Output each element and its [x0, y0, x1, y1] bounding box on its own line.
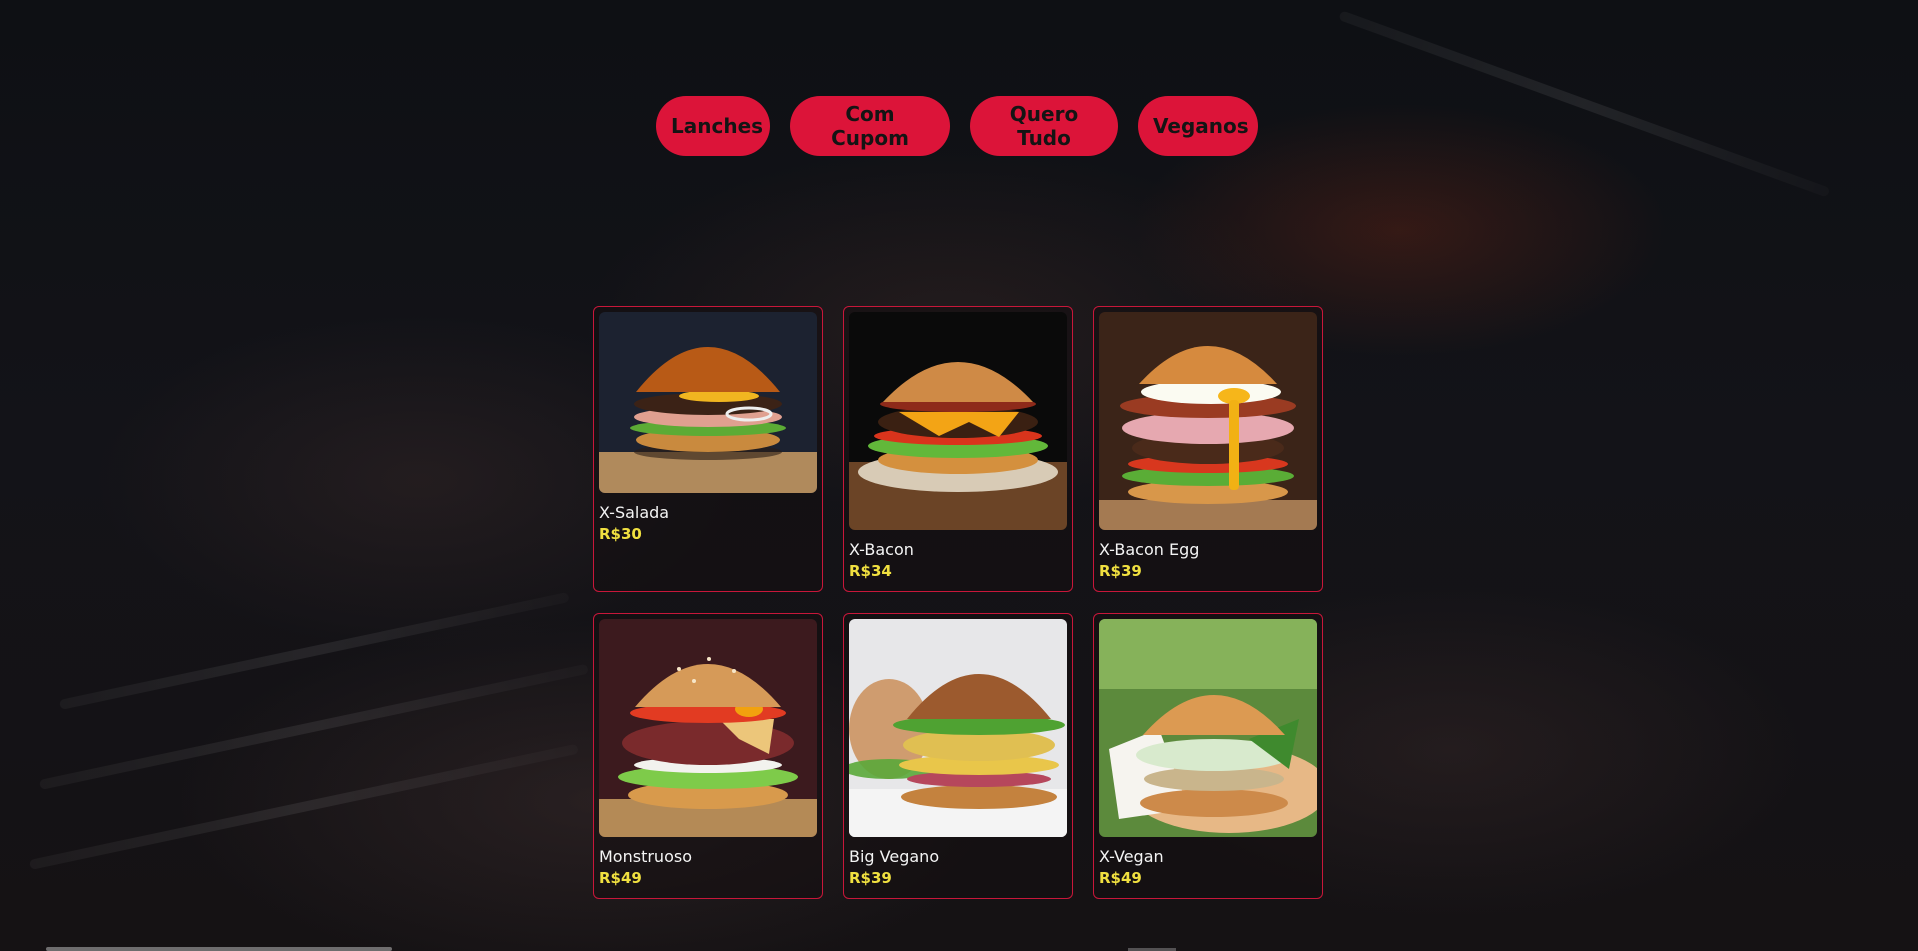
item-name: X-Bacon [849, 540, 914, 559]
item-price: R$49 [1099, 869, 1142, 887]
item-name: X-Bacon Egg [1099, 540, 1200, 559]
burger-photo [599, 312, 817, 493]
item-price: R$39 [1099, 562, 1142, 580]
item-price: R$30 [599, 525, 642, 543]
burger-photo [1099, 312, 1317, 530]
category-nav: Lanches Com Cupom Quero Tudo Veganos [0, 96, 1918, 156]
menu-card-x-bacon[interactable]: X-Bacon R$34 [843, 306, 1073, 592]
nav-button-lanches[interactable]: Lanches [656, 96, 770, 156]
burger-photo [1099, 619, 1317, 837]
menu-grid: X-Salada R$30 X-Bacon R$34 X-Bacon Egg R… [593, 306, 1323, 899]
nav-button-veganos[interactable]: Veganos [1138, 96, 1258, 156]
item-name: Big Vegano [849, 847, 940, 866]
burger-photo [599, 619, 817, 837]
menu-card-x-bacon-egg[interactable]: X-Bacon Egg R$39 [1093, 306, 1323, 592]
item-price: R$49 [599, 869, 642, 887]
nav-button-com-cupom[interactable]: Com Cupom [790, 96, 950, 156]
item-price: R$39 [849, 869, 892, 887]
burger-photo [849, 619, 1067, 837]
menu-card-x-salada[interactable]: X-Salada R$30 [593, 306, 823, 592]
nav-button-quero-tudo[interactable]: Quero Tudo [970, 96, 1118, 156]
burger-photo [849, 312, 1067, 530]
background-grill-bar [28, 743, 579, 870]
menu-card-monstruoso[interactable]: Monstruoso R$49 [593, 613, 823, 899]
item-price: R$34 [849, 562, 892, 580]
item-name: Monstruoso [599, 847, 692, 866]
item-name: X-Salada [599, 503, 670, 522]
horizontal-scrollbar-thumb[interactable] [46, 947, 392, 951]
item-name: X-Vegan [1099, 847, 1164, 866]
menu-card-x-vegan[interactable]: X-Vegan R$49 [1093, 613, 1323, 899]
menu-card-big-vegano[interactable]: Big Vegano R$39 [843, 613, 1073, 899]
background-grill-bar [38, 663, 589, 790]
